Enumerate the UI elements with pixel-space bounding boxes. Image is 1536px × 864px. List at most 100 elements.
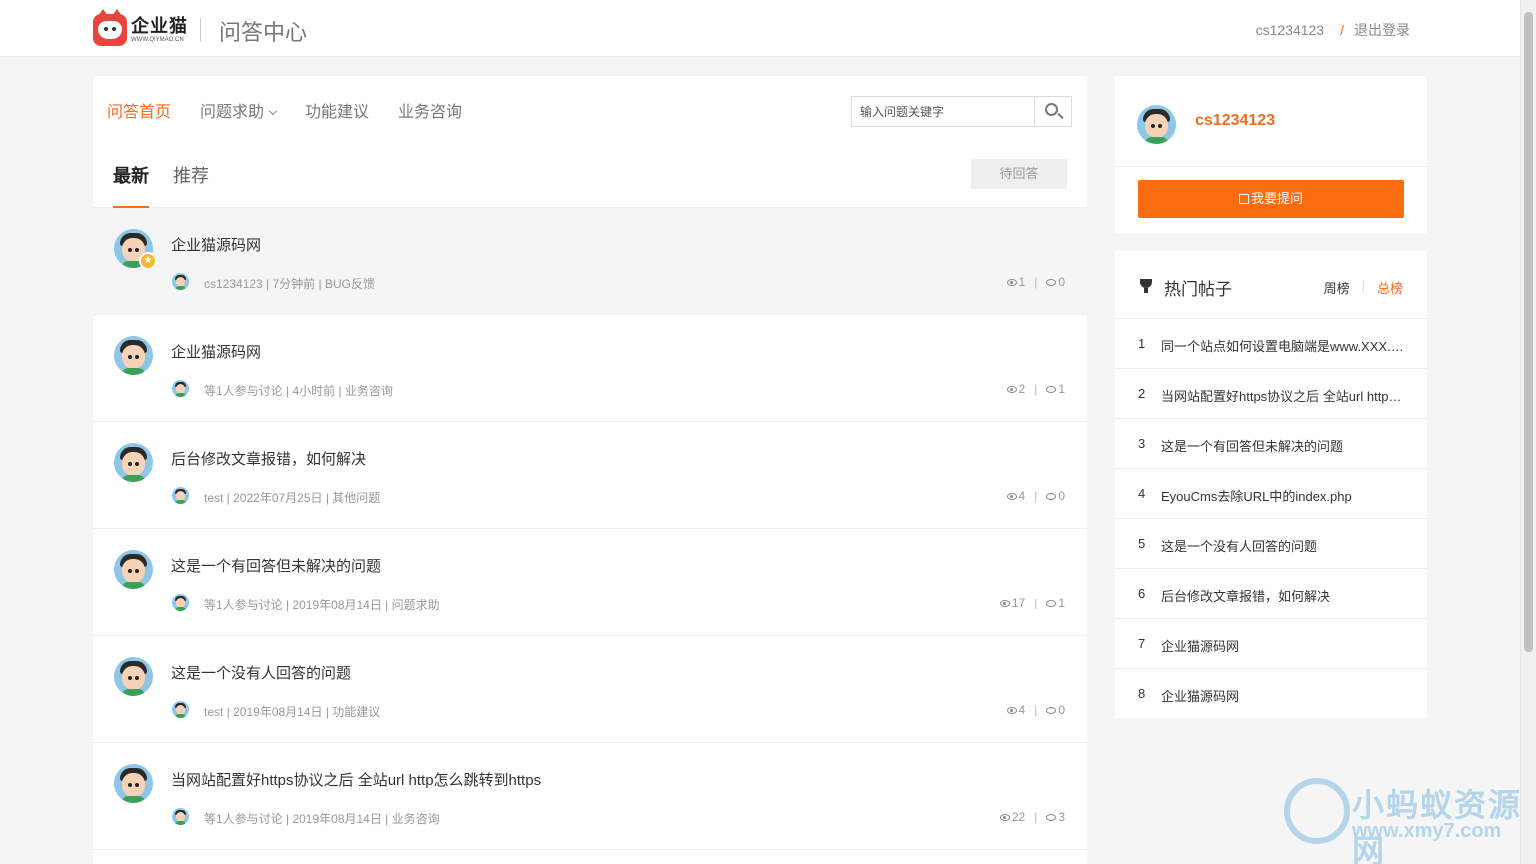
hot-posts-title: 热门帖子 (1164, 280, 1232, 299)
comment-icon (1046, 706, 1057, 714)
hot-post-title[interactable]: 同一个站点如何设置电脑端是www.XXX.com，手机端是m.XXX.com (1161, 336, 1405, 355)
hot-post-item[interactable]: 7 企业猫源码网 (1115, 619, 1427, 669)
question-item[interactable]: 这是一个有回答但未解决的问题 等1人参与讨论 | 2019年08月14日 | 问… (93, 529, 1087, 636)
sidebar-username[interactable]: cs1234123 (1195, 112, 1275, 130)
question-stats: 17 | 1 (999, 596, 1065, 610)
hot-posts-header: 热门帖子 周榜 | 总榜 (1115, 251, 1427, 319)
tab-separator: | (1361, 278, 1365, 293)
hot-post-item[interactable]: 6 后台修改文章报错，如何解决 (1115, 569, 1427, 619)
view-count: 17 (1011, 596, 1026, 610)
hot-post-title[interactable]: 企业猫源码网 (1161, 636, 1405, 655)
question-meta: test | 2022年07月25日 | 其他问题 (204, 491, 381, 505)
comment-count: 0 (1058, 275, 1065, 289)
watermark: 小蚂蚁资源网 www.xmy7.com (1284, 778, 1524, 864)
comment-count: 0 (1058, 489, 1065, 503)
vip-badge-icon: ★ (139, 252, 157, 270)
user-card: cs1234123 我要提问 (1115, 76, 1427, 233)
comment-count: 0 (1058, 703, 1065, 717)
search-button[interactable] (1034, 97, 1071, 126)
hot-post-item[interactable]: 2 当网站配置好https协议之后 全站url http怎么跳转到https (1115, 369, 1427, 419)
question-title[interactable]: 当网站配置好https协议之后 全站url http怎么跳转到https (171, 769, 541, 790)
eye-icon (999, 599, 1010, 607)
question-stats: 1 | 0 (1006, 275, 1065, 289)
eye-icon (1006, 706, 1017, 714)
question-item[interactable]: ★ 企业猫源码网 cs1234123 | 7分钟前 | BUG反馈 1 | 0 (93, 208, 1087, 315)
hot-post-item[interactable]: 8 企业猫源码网 (1115, 669, 1427, 719)
hot-post-title[interactable]: 后台修改文章报错，如何解决 (1161, 586, 1405, 605)
comment-icon (1046, 599, 1057, 607)
eye-icon (1006, 278, 1017, 286)
header-username-link[interactable]: cs1234123 (1256, 22, 1325, 38)
question-title[interactable]: 企业猫源码网 (171, 234, 261, 255)
page-scrollbar[interactable] (1520, 0, 1536, 864)
trophy-icon (1140, 279, 1152, 293)
question-title[interactable]: 企业猫源码网 (171, 341, 261, 362)
view-count: 1 (1018, 275, 1026, 289)
eye-icon (1006, 492, 1017, 500)
hot-post-title[interactable]: 这是一个没有人回答的问题 (1161, 536, 1405, 555)
question-meta: 等1人参与讨论 | 2019年08月14日 | 业务咨询 (204, 812, 440, 826)
tab-weekly[interactable]: 周榜 (1324, 278, 1350, 297)
hot-post-item[interactable]: 3 这是一个有回答但未解决的问题 (1115, 419, 1427, 469)
hot-post-title[interactable]: EyouCms去除URL中的index.php (1161, 486, 1405, 505)
question-item[interactable]: 当网站配置好https协议之后 全站url http怎么跳转到https 等1人… (93, 743, 1087, 850)
search-box (851, 96, 1072, 127)
comment-count: 1 (1058, 382, 1065, 396)
hot-post-item[interactable]: 5 这是一个没有人回答的问题 (1115, 519, 1427, 569)
question-item[interactable]: 企业猫源码网 等1人参与讨论 | 4小时前 | 业务咨询 2 | 1 (93, 315, 1087, 422)
small-avatar (172, 273, 189, 290)
unanswered-button[interactable]: 待回答 (971, 159, 1067, 189)
tab-latest[interactable]: 最新 (113, 162, 149, 188)
avatar[interactable] (114, 657, 153, 696)
hot-post-rank: 3 (1138, 436, 1146, 451)
question-title[interactable]: 这是一个有回答但未解决的问题 (171, 555, 381, 576)
avatar[interactable] (114, 443, 153, 482)
comment-icon (1046, 813, 1057, 821)
nav-item-home[interactable]: 问答首页 (107, 98, 171, 122)
scrollbar-thumb[interactable] (1524, 12, 1533, 652)
tab-recommended[interactable]: 推荐 (173, 162, 209, 188)
avatar[interactable] (114, 336, 153, 375)
hot-post-rank: 7 (1138, 636, 1146, 651)
avatar[interactable] (1137, 105, 1176, 144)
question-tabs: 最新 推荐 待回答 (93, 156, 1087, 209)
site-logo[interactable]: 企业猫 WWW.QIYMAO.CN (93, 9, 188, 46)
logout-link[interactable]: 退出登录 (1354, 20, 1410, 40)
logo-divider (200, 18, 201, 42)
nav-item-suggestions[interactable]: 功能建议 (305, 98, 369, 122)
hot-post-item[interactable]: 4 EyouCms去除URL中的index.php (1115, 469, 1427, 519)
nav-item-business[interactable]: 业务咨询 (398, 98, 462, 122)
chevron-down-icon (268, 106, 278, 116)
tab-overall[interactable]: 总榜 (1377, 278, 1403, 297)
view-count: 4 (1018, 703, 1026, 717)
watermark-logo-icon (1284, 778, 1350, 844)
hot-posts-tabs: 周榜 | 总榜 (1324, 278, 1403, 297)
edit-icon (1238, 194, 1249, 204)
avatar[interactable] (114, 764, 153, 803)
top-header: 企业猫 WWW.QIYMAO.CN 问答中心 cs1234123 / 退出登录 (0, 0, 1520, 57)
question-item[interactable]: 后台修改文章报错，如何解决 test | 2022年07月25日 | 其他问题 … (93, 422, 1087, 529)
search-input[interactable] (852, 97, 1035, 126)
hot-post-title[interactable]: 当网站配置好https协议之后 全站url http怎么跳转到https (1161, 386, 1405, 405)
comment-count: 1 (1058, 596, 1065, 610)
question-meta: test | 2019年08月14日 | 功能建议 (204, 705, 381, 719)
question-title[interactable]: 这是一个没有人回答的问题 (171, 662, 351, 683)
hot-posts-list: 1同一个站点如何设置电脑端是www.XXX.com，手机端是m.XXX.com … (1115, 319, 1427, 719)
hot-post-rank: 6 (1138, 586, 1146, 601)
nav-item-help[interactable]: 问题求助 (200, 98, 278, 122)
hot-post-title[interactable]: 企业猫源码网 (1161, 686, 1405, 705)
ask-question-button[interactable]: 我要提问 (1138, 180, 1404, 218)
hot-post-rank: 5 (1138, 536, 1146, 551)
question-list: ★ 企业猫源码网 cs1234123 | 7分钟前 | BUG反馈 1 | 0 … (93, 208, 1087, 850)
avatar[interactable] (114, 550, 153, 589)
question-title[interactable]: 后台修改文章报错，如何解决 (171, 448, 366, 469)
question-meta: cs1234123 | 7分钟前 | BUG反馈 (204, 277, 375, 291)
header-slash: / (1340, 22, 1344, 38)
watermark-url: www.xmy7.com (1352, 820, 1502, 842)
question-stats: 22 | 3 (999, 810, 1065, 824)
eye-icon (1006, 385, 1017, 393)
hot-post-item[interactable]: 1 同一个站点如何设置电脑端是www.XXX.com，手机端是m.XXX.com (1115, 319, 1427, 369)
question-item[interactable]: 这是一个没有人回答的问题 test | 2019年08月14日 | 功能建议 4… (93, 636, 1087, 743)
hot-post-title[interactable]: 这是一个有回答但未解决的问题 (1161, 436, 1405, 455)
site-title: 问答中心 (219, 20, 308, 45)
